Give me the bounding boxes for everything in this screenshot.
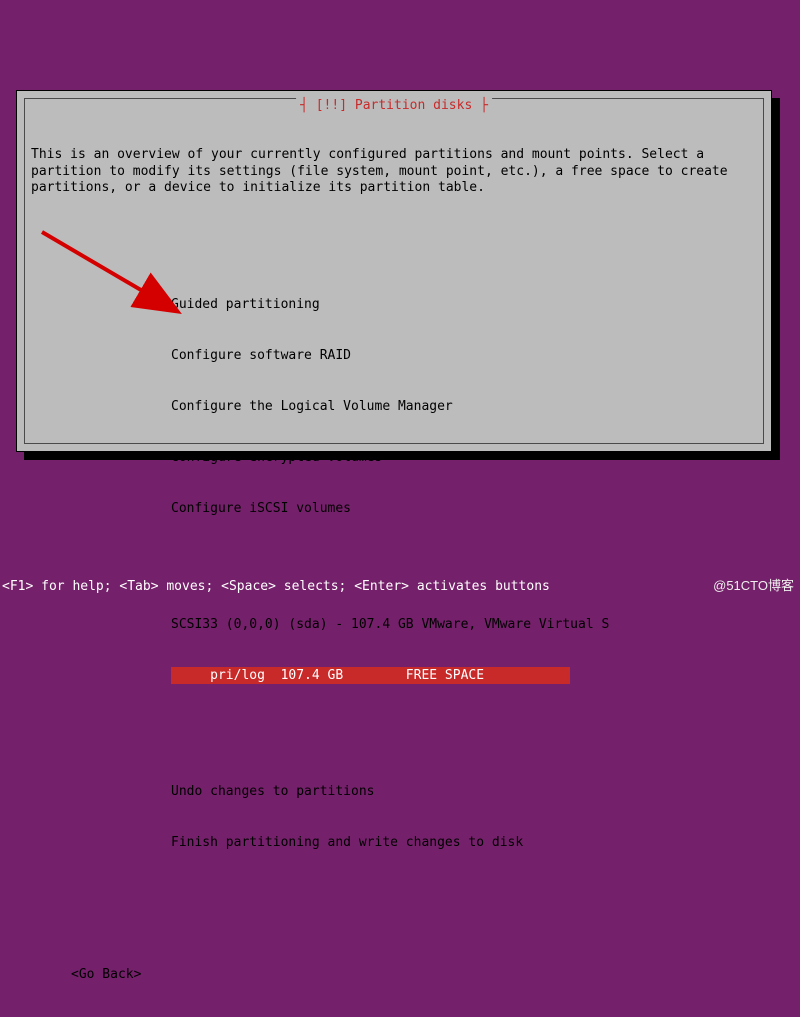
dialog-content: This is an overview of your currently co…: [31, 113, 757, 1017]
menu-item-iscsi[interactable]: Configure iSCSI volumes: [31, 500, 757, 517]
device-sda[interactable]: SCSI33 (0,0,0) (sda) - 107.4 GB VMware, …: [31, 616, 757, 633]
free-space-row[interactable]: pri/log 107.4 GB FREE SPACE: [171, 667, 570, 684]
help-bar: <F1> for help; <Tab> moves; <Space> sele…: [2, 579, 550, 594]
partition-dialog: ┤ [!!] Partition disks ├ This is an over…: [16, 90, 772, 452]
watermark: @51CTO博客: [713, 575, 794, 594]
action-block: Undo changes to partitions Finish partit…: [31, 749, 757, 885]
menu-item-guided[interactable]: Guided partitioning: [31, 296, 757, 313]
free-space-row-wrap: pri/log 107.4 GB FREE SPACE: [31, 667, 757, 684]
dialog-description: This is an overview of your currently co…: [31, 147, 757, 197]
action-finish[interactable]: Finish partitioning and write changes to…: [31, 834, 757, 851]
dialog-title: ┤ [!!] Partition disks ├: [296, 98, 492, 113]
go-back-button[interactable]: <Go Back>: [31, 966, 757, 983]
menu-block: Guided partitioning Configure software R…: [31, 262, 757, 551]
menu-item-raid[interactable]: Configure software RAID: [31, 347, 757, 364]
menu-item-encrypted[interactable]: Configure encrypted volumes: [31, 449, 757, 466]
action-undo[interactable]: Undo changes to partitions: [31, 783, 757, 800]
menu-item-lvm[interactable]: Configure the Logical Volume Manager: [31, 398, 757, 415]
